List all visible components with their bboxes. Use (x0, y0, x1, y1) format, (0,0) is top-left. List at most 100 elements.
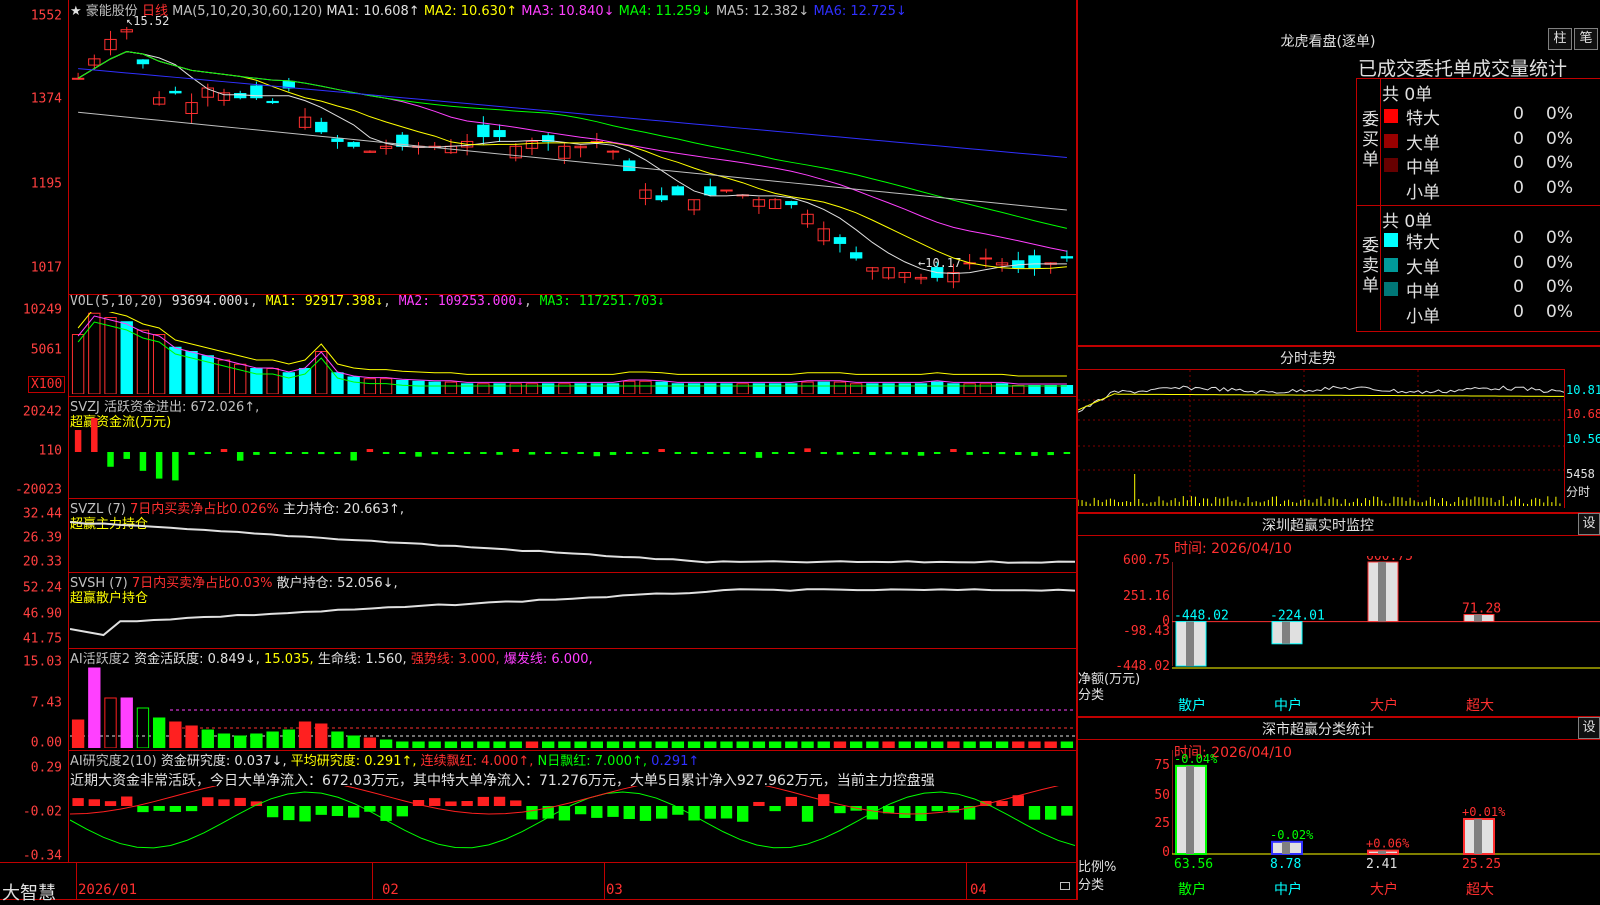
ma-line-5 (77, 51, 1067, 275)
fenshi-title: 分时走势 (1280, 351, 1336, 367)
volume-bar (574, 383, 587, 394)
research-bar (1045, 806, 1057, 820)
lock-icon[interactable] (1060, 882, 1070, 890)
activity-bar (752, 741, 766, 748)
fund-flow-bar (236, 452, 244, 461)
sz-stats-settings-button[interactable]: 设 (1578, 717, 1600, 739)
activity-bar (979, 741, 993, 748)
vol-ma1: MA1: 92917.398↓ (265, 294, 384, 309)
vol-header: VOL(5,10,20) 93694.000↓, MA1: 92917.398↓… (70, 294, 665, 309)
ma-prefix: MA(5,10,20,30,60,120) (172, 4, 323, 19)
fund-flow-bar (399, 452, 406, 454)
research-bar (720, 806, 733, 819)
activity-bar (1012, 741, 1025, 748)
volume-bar (347, 376, 360, 394)
research-bar (153, 806, 165, 811)
activity-bar (120, 697, 133, 748)
price-tick: 1374 (30, 91, 62, 107)
activity-bar (720, 741, 733, 748)
order-qty: 0 (1513, 104, 1524, 124)
retail-holding-line (70, 588, 1075, 637)
research-bar (315, 806, 327, 815)
fund-flow-bar (318, 452, 325, 455)
sz-monitor-panel: 深圳超赢实时监控 设 时间: 2026/04/10 600.75 251.16 … (1078, 512, 1600, 718)
volume-bar (266, 368, 279, 394)
order-type: 特大 (1406, 109, 1440, 129)
volume-bar (428, 381, 441, 394)
research-bar (785, 796, 798, 806)
activity-bar (704, 741, 717, 748)
volume-bar (639, 380, 652, 394)
fenshi-tick: 10.81 (1566, 383, 1600, 397)
sell-side-label: 委卖单 (1362, 236, 1379, 296)
activity-bar (849, 741, 863, 748)
sz-xlabel: 分类 (1078, 688, 1105, 703)
candle-body (493, 130, 506, 138)
fund-flow-bar (690, 452, 698, 454)
ai2-average: 平均研究度: 0.291↑, (290, 754, 417, 769)
fund-flow-bar (74, 430, 82, 452)
activity-bar (266, 731, 279, 748)
research-bar (639, 806, 652, 821)
research-bar (445, 801, 457, 806)
order-row: 特大 0 0% (1382, 104, 1600, 129)
volume-bar (120, 321, 133, 394)
research-bar (899, 806, 911, 818)
candle-body (234, 93, 247, 99)
ma-line-30 (77, 51, 1068, 229)
vol-ma-line (77, 315, 1067, 385)
fund-flow-bar (674, 452, 682, 454)
svzl-tick: 26.39 (22, 530, 62, 546)
category-label: 中户 (1274, 697, 1302, 714)
candle-body (136, 59, 150, 65)
volume-bar (558, 383, 571, 394)
category-label: 中户 (1274, 881, 1302, 898)
research-bar (996, 801, 1008, 806)
fund-flow-bar (917, 452, 925, 456)
research-bar (834, 806, 846, 814)
volume-bar (590, 383, 603, 394)
research-bar (218, 799, 230, 806)
zhu-button[interactable]: 柱 (1548, 28, 1572, 50)
order-qty: 0 (1513, 128, 1524, 149)
order-color-swatch (1384, 133, 1398, 148)
research-bar (704, 806, 716, 819)
research-bar (266, 806, 279, 818)
volume-bar (250, 368, 263, 394)
order-color-swatch (1384, 233, 1398, 247)
candle-body (623, 160, 636, 172)
fund-flow-bar (447, 452, 455, 454)
category-label: 超大 (1466, 882, 1494, 898)
order-type: 大单 (1406, 133, 1440, 154)
research-bar (558, 806, 571, 821)
ai2-consecutive-red: 连续飘红: 4.000↑, (420, 754, 534, 769)
ai2-research: 资金研究度: 0.037↓, (160, 754, 287, 769)
candle-body (785, 201, 798, 206)
activity-bar (234, 735, 247, 748)
sz-monitor-settings-button[interactable]: 设 (1578, 513, 1600, 535)
fund-flow-bar (480, 452, 487, 454)
fenshi-panel[interactable]: 分时走势 10.81 10.68 10.56 5458 分时 (1078, 345, 1600, 514)
activity-bar (282, 729, 296, 748)
fund-flow-bar (512, 449, 520, 452)
activity-bar (1028, 741, 1041, 748)
volume-bar (898, 383, 911, 394)
ai2-tick: 0.29 (30, 760, 62, 776)
research-bar (607, 806, 619, 817)
order-pct: 0% (1546, 252, 1573, 273)
order-color-swatch (1384, 306, 1398, 321)
fund-flow-bar (366, 449, 374, 452)
research-bar (1028, 806, 1041, 820)
ma-4-value: MA4: 11.259↓ (614, 4, 712, 19)
bi-button[interactable]: 笔 (1574, 28, 1598, 50)
date-divider (604, 862, 605, 900)
volume-bar (623, 380, 636, 394)
net-amount-label: -448.02 (1174, 609, 1229, 624)
favorite-star-icon[interactable]: ★ (70, 4, 82, 19)
candle-body (833, 237, 847, 244)
fund-flow-bar (123, 452, 130, 459)
ai-activity-chart (70, 667, 1075, 748)
research-bar (801, 806, 814, 822)
fund-flow-bar (836, 452, 844, 455)
volume-bar (736, 383, 749, 394)
